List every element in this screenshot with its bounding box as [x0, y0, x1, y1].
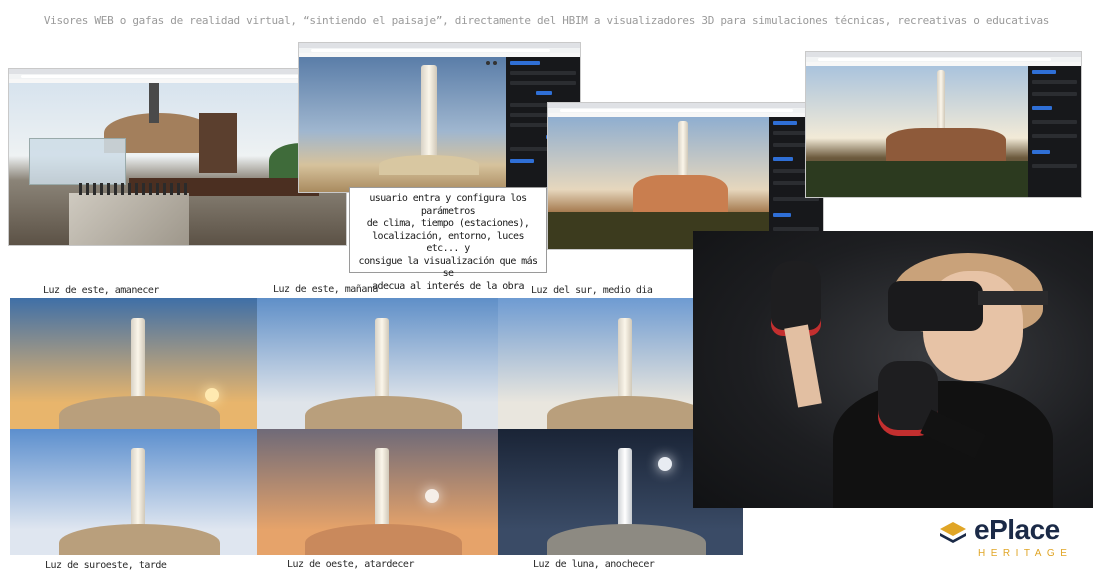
settings-panel: [1028, 66, 1081, 197]
lighting-thumbnail: [10, 298, 257, 429]
statue: [131, 318, 145, 399]
person-shoulders: [833, 381, 1053, 508]
3d-viewport[interactable]: [9, 83, 346, 245]
left-arm: [784, 324, 822, 408]
note-line: consigue la visualización que más se: [358, 255, 538, 280]
moon-icon: [658, 457, 672, 471]
statue: [131, 448, 145, 526]
browser-window-panorama: [806, 52, 1081, 197]
statue: [375, 318, 389, 399]
browser-window-building: [548, 103, 823, 249]
hill-base: [59, 396, 220, 429]
left-glove-icon: [771, 261, 821, 336]
thumbnail-caption: Luz del sur, medio dia: [531, 285, 653, 296]
stairs: [69, 193, 189, 245]
statue-base: [379, 155, 479, 175]
headline: Visores WEB o gafas de realidad virtual,…: [43, 14, 1050, 27]
tower-chimney: [149, 83, 159, 123]
lighting-thumbnail: [257, 298, 498, 429]
description-note-text: usuario entra y configura los parámetros…: [354, 193, 542, 293]
vegetation: [806, 161, 1028, 197]
statue: [678, 121, 688, 181]
sun-icon: [205, 388, 219, 402]
description-note: usuario entra y configura los parámetros…: [349, 187, 547, 292]
statue: [421, 65, 437, 157]
hill-base: [305, 396, 462, 429]
thumbnail-caption: Luz de suroeste, tarde: [45, 560, 167, 571]
thumbnail-caption: Luz de este, amanecer: [43, 285, 159, 296]
headset-strap: [978, 291, 1048, 305]
hill-base: [59, 524, 220, 555]
brick-block: [199, 113, 237, 173]
note-line: adecua al interés de la obra: [372, 280, 524, 292]
thumbnail-caption: Luz de este, mañana: [273, 284, 378, 295]
viewport-controls[interactable]: [486, 61, 500, 66]
lighting-thumbnail: [10, 429, 257, 555]
statue: [618, 318, 632, 399]
3d-viewport[interactable]: [299, 57, 506, 192]
thumbnail-caption: Luz de oeste, atardecer: [287, 559, 414, 570]
eplace-logo: ePlace HERITAGE: [938, 514, 1078, 564]
logo-tagline: HERITAGE: [978, 548, 1073, 559]
glass-pavilion: [29, 138, 126, 185]
hill-base: [547, 524, 706, 555]
note-line: usuario entra y configura los parámetros: [369, 193, 527, 217]
3d-viewport[interactable]: [806, 66, 1028, 197]
statue: [937, 70, 945, 128]
crowd: [79, 183, 189, 195]
note-line: de clima, tiempo (estaciones),: [366, 218, 530, 229]
browser-window-statue: [299, 43, 580, 192]
hill-base: [305, 524, 462, 555]
hill-base: [547, 396, 706, 429]
statue: [375, 448, 389, 526]
vr-headset-photo: [693, 231, 1093, 508]
vr-headset: [888, 281, 983, 331]
logo-name: ePlace: [974, 514, 1060, 545]
3d-viewport[interactable]: [548, 117, 769, 249]
layers-logo-icon: [940, 522, 966, 543]
lighting-thumbnail: [257, 429, 498, 555]
sun-icon: [425, 489, 439, 503]
thumbnail-caption: Luz de luna, anochecer: [533, 559, 655, 570]
browser-window-plaza: [9, 69, 346, 245]
note-line: localización, entorno, luces etc... y: [372, 230, 524, 255]
statue: [618, 448, 632, 526]
